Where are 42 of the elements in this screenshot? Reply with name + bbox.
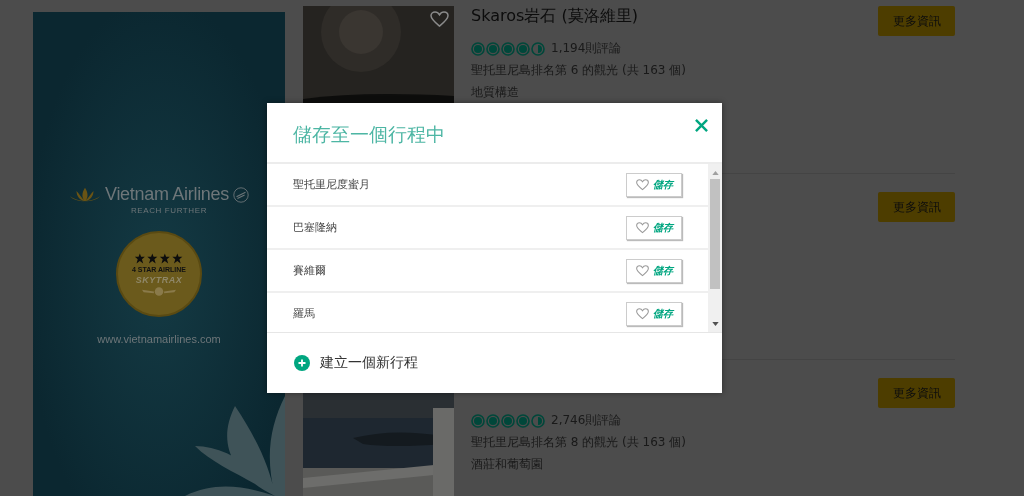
stars-icon bbox=[134, 252, 184, 264]
tagline: REACH FURTHER bbox=[130, 206, 208, 215]
scrollbar[interactable] bbox=[708, 164, 722, 332]
rating-bubble bbox=[531, 41, 545, 56]
heart-icon[interactable] bbox=[430, 11, 449, 28]
heart-icon bbox=[635, 221, 649, 234]
more-info-button[interactable]: 更多資訊 bbox=[878, 192, 955, 222]
more-info-button[interactable]: 更多資訊 bbox=[878, 378, 955, 408]
trip-name[interactable]: 賽維爾 bbox=[293, 263, 326, 278]
rating-bubble bbox=[486, 41, 500, 56]
heart-icon bbox=[635, 264, 649, 277]
create-trip-link[interactable]: 建立一個新行程 bbox=[320, 354, 418, 372]
rating-bubble bbox=[471, 41, 485, 56]
badge-brand: SKYTRAX bbox=[135, 274, 183, 285]
close-icon[interactable] bbox=[695, 119, 708, 132]
brand-name: Vietnam Airlines bbox=[105, 184, 229, 205]
dialog-title: 儲存至一個行程中 bbox=[293, 122, 445, 147]
rating-bubble bbox=[531, 413, 545, 428]
heart-icon bbox=[635, 178, 649, 191]
rating-bubble bbox=[516, 41, 530, 56]
add-icon[interactable] bbox=[294, 355, 310, 371]
trip-name[interactable]: 巴塞隆納 bbox=[293, 220, 337, 235]
save-button[interactable]: 儲存 bbox=[626, 172, 682, 197]
rating-bubble bbox=[486, 413, 500, 428]
wings-icon bbox=[142, 286, 176, 296]
emblem-icon bbox=[231, 185, 250, 204]
attraction-title[interactable]: Skaros岩石 (莫洛維里) bbox=[471, 6, 638, 25]
rating-bubble bbox=[471, 413, 485, 428]
website-url: www.vietnamairlines.com bbox=[97, 333, 221, 345]
scroll-down-icon[interactable] bbox=[711, 322, 719, 326]
trip-name[interactable]: 聖托里尼度蜜月 bbox=[293, 177, 370, 192]
heart-icon bbox=[635, 307, 649, 320]
save-button[interactable]: 儲存 bbox=[626, 301, 682, 326]
rating-bubble bbox=[501, 41, 515, 56]
more-info-button[interactable]: 更多資訊 bbox=[878, 6, 955, 36]
save-button[interactable]: 儲存 bbox=[626, 258, 682, 283]
scroll-up-icon[interactable] bbox=[711, 171, 719, 175]
trip-name[interactable]: 羅馬 bbox=[293, 306, 315, 321]
scrollbar-thumb[interactable] bbox=[710, 179, 720, 289]
rating-bubble bbox=[516, 413, 530, 428]
rating-bubble bbox=[501, 413, 515, 428]
save-button[interactable]: 儲存 bbox=[626, 215, 682, 240]
